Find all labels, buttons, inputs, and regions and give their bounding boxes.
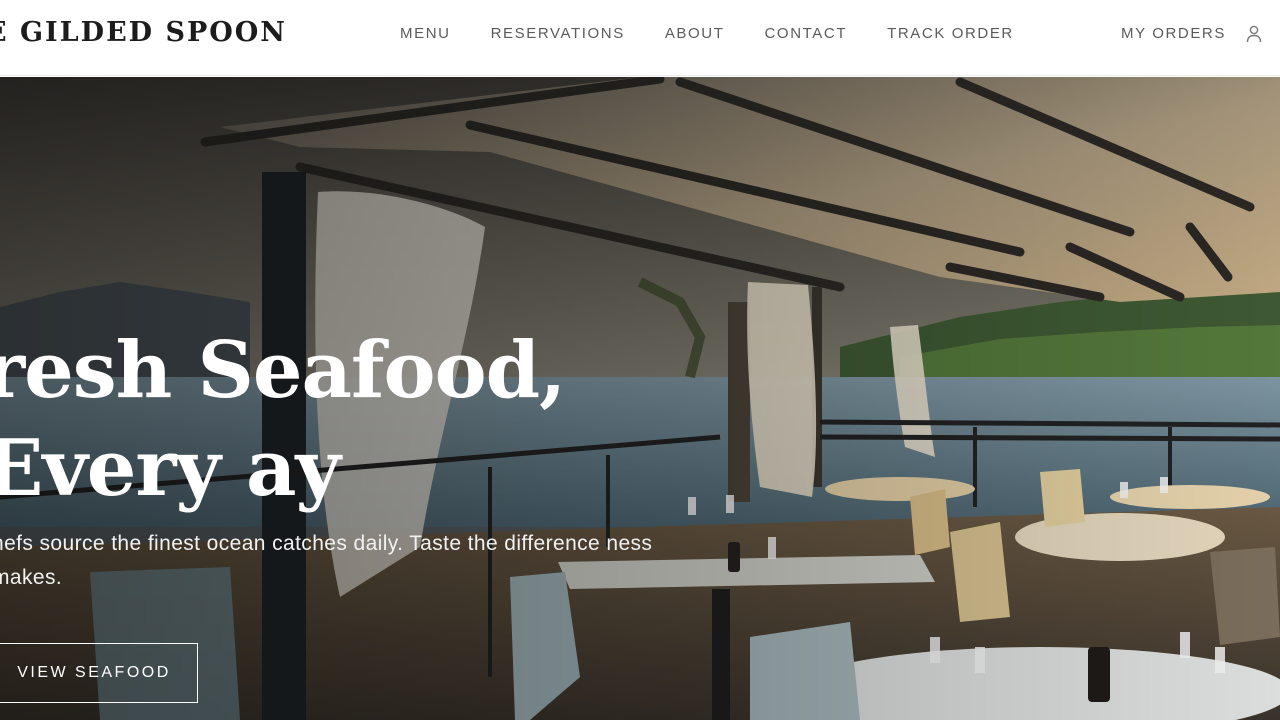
user-icon[interactable] bbox=[1246, 25, 1262, 43]
nav-item-menu[interactable]: MENU bbox=[400, 25, 451, 42]
main-nav: MENU RESERVATIONS ABOUT CONTACT TRACK OR… bbox=[400, 25, 1014, 42]
hero-subtitle: hefs source the finest ocean catches dai… bbox=[0, 532, 653, 589]
nav-item-contact[interactable]: CONTACT bbox=[765, 25, 848, 42]
my-orders-link[interactable]: MY ORDERS bbox=[1121, 25, 1226, 42]
nav-item-reservations[interactable]: RESERVATIONS bbox=[491, 25, 625, 42]
hero-title: resh Seafood, Every ay bbox=[0, 325, 566, 514]
site-header: E GILDED SPOON MENU RESERVATIONS ABOUT C… bbox=[0, 0, 1280, 76]
view-seafood-button[interactable]: VIEW SEAFOOD bbox=[0, 643, 198, 703]
nav-item-track-order[interactable]: TRACK ORDER bbox=[887, 25, 1014, 42]
nav-item-about[interactable]: ABOUT bbox=[665, 25, 725, 42]
hero-section: resh Seafood, Every ay hefs source the f… bbox=[0, 77, 1280, 720]
brand-logo[interactable]: E GILDED SPOON bbox=[0, 17, 287, 48]
